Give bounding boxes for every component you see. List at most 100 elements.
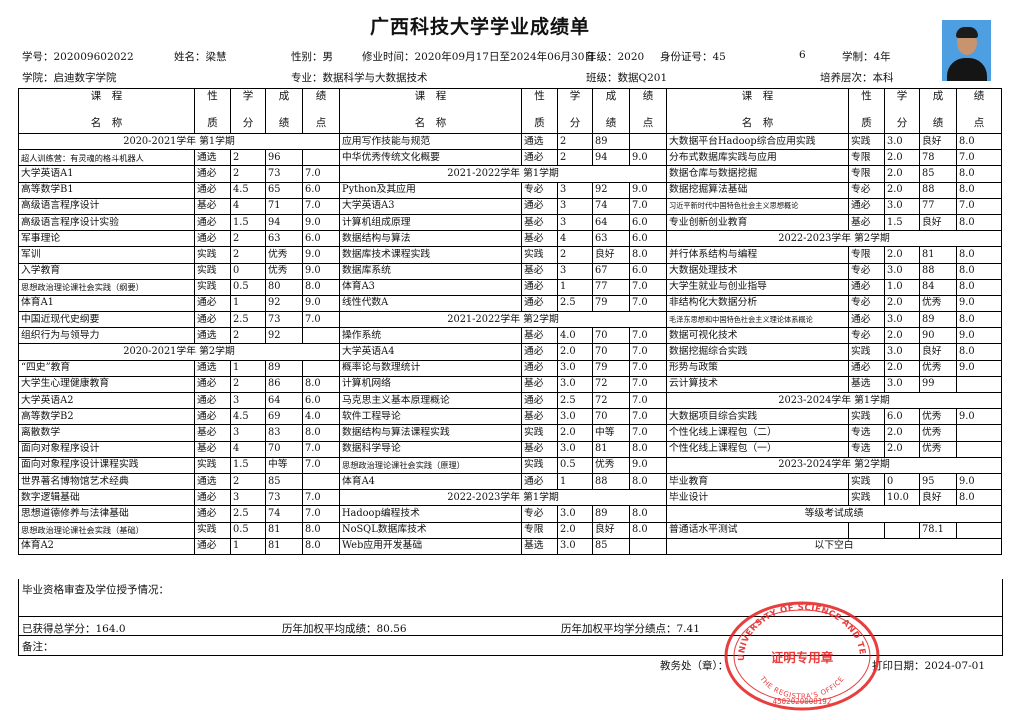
course-gpa bbox=[956, 375, 1002, 394]
course-name: 个性化线上课程包（二） bbox=[666, 424, 849, 442]
course-name: 分布式数据库实践与应用 bbox=[666, 149, 849, 167]
table-row: 高等数学B1 通必 4.5 65 6.0 Python及其应用 专必 3 92 9.0 数据挖掘算法… bbox=[18, 181, 1002, 199]
course-credit: 3.0 bbox=[884, 197, 920, 215]
semester-header: 2020-2021学年 第2学期 bbox=[18, 343, 340, 361]
grades-table: 课 程名 称性质学分成绩绩点课 程名 称性质学分成绩绩点课 程名 称性质学分成绩… bbox=[18, 88, 1002, 555]
course-name: 大学英语A4 bbox=[339, 343, 522, 361]
course-nature: 通必 bbox=[521, 149, 558, 167]
course-nature: 通必 bbox=[521, 359, 558, 377]
study-period: 修业时间：2020年09月17日至2024年06月30日 bbox=[362, 51, 595, 63]
table-row: 超人训练营：有灵魂的格斗机器人 通选 2 96 中华优秀传统文化概要 通必 2 94 9.0 分布… bbox=[18, 149, 1002, 167]
semester-header: 2021-2022学年 第2学期 bbox=[339, 311, 667, 329]
header-credit: 学分 bbox=[230, 88, 266, 134]
course-nature: 通必 bbox=[521, 278, 558, 296]
course-name: 高等数学B1 bbox=[18, 181, 195, 199]
course-gpa bbox=[302, 327, 340, 345]
header-score-bottom: 绩 bbox=[932, 117, 944, 129]
course-score: 90 bbox=[919, 327, 957, 345]
table-row: 2020-2021学年 第1学期 应用写作技能与规范 通选 2 89 大数据平台Hadoo… bbox=[18, 132, 1002, 151]
course-name: 数据科学导论 bbox=[339, 440, 522, 458]
course-score: 优秀 bbox=[592, 456, 630, 474]
course-credit: 2 bbox=[230, 327, 266, 345]
course-credit: 2.0 bbox=[557, 343, 593, 361]
header-credit: 学分 bbox=[557, 88, 593, 134]
course-gpa: 9.0 bbox=[302, 294, 340, 313]
course-score: 71 bbox=[265, 197, 303, 215]
course-nature: 基选 bbox=[848, 375, 885, 394]
course-credit: 3.0 bbox=[557, 537, 593, 555]
id-number: 身份证号：45 bbox=[660, 51, 726, 63]
header-score: 成绩 bbox=[919, 88, 957, 134]
course-nature: 专必 bbox=[848, 327, 885, 345]
course-name: 数据库技术课程实践 bbox=[339, 246, 522, 264]
header-nature-top: 性 bbox=[861, 90, 872, 102]
course-gpa: 7.0 bbox=[629, 343, 667, 361]
header-nature-top: 性 bbox=[534, 90, 545, 102]
course-credit: 0.5 bbox=[230, 521, 266, 539]
semester-header: 2022-2023学年 第2学期 bbox=[666, 230, 1002, 248]
header-gpa-top: 绩 bbox=[973, 90, 985, 102]
course-gpa: 8.0 bbox=[302, 424, 340, 442]
course-score: 70 bbox=[265, 440, 303, 458]
course-nature: 通必 bbox=[194, 230, 231, 248]
course-nature: 实践 bbox=[848, 472, 885, 491]
course-gpa: 6.0 bbox=[302, 181, 340, 199]
course-score: 63 bbox=[265, 230, 303, 248]
course-gpa: 8.0 bbox=[956, 213, 1002, 232]
course-name: Python及其应用 bbox=[339, 181, 522, 199]
course-gpa: 9.0 bbox=[956, 294, 1002, 313]
id-number-suffix: 6 bbox=[799, 49, 806, 61]
course-score: 94 bbox=[592, 149, 630, 167]
table-row: 世界著名博物馆艺术经典 通选 2 85 体育A4 通必 1 88 8.0 毕业教育 实践 0 95 9.0 bbox=[18, 472, 1002, 491]
course-score: 良好 bbox=[919, 213, 957, 232]
header-gpa: 绩点 bbox=[956, 88, 1002, 134]
table-row: 大学生心理健康教育 通必 2 86 8.0 计算机网络 基必 3.0 72 7.0 云计算技术 基选 3… bbox=[18, 375, 1002, 394]
semester-header: 2022-2023学年 第1学期 bbox=[339, 489, 667, 507]
course-score: 84 bbox=[919, 278, 957, 296]
course-score: 73 bbox=[265, 311, 303, 329]
course-nature: 通选 bbox=[194, 359, 231, 377]
course-nature: 专必 bbox=[521, 505, 558, 523]
course-nature: 通必 bbox=[521, 343, 558, 361]
semester-header: 以下空白 bbox=[666, 537, 1002, 555]
course-score: 优秀 bbox=[919, 294, 957, 313]
course-name: 数据仓库与数据挖掘 bbox=[666, 165, 849, 183]
header-gpa-top: 绩 bbox=[315, 90, 327, 102]
course-gpa bbox=[302, 472, 340, 491]
table-row: “四史”教育 通选 1 89 概率论与数理统计 通必 3.0 79 7.0 形势与政策 通必 2.0 优… bbox=[18, 359, 1002, 377]
course-nature: 通必 bbox=[194, 408, 231, 426]
header-score-top: 成 bbox=[278, 90, 290, 102]
semester-header: 2021-2022学年 第1学期 bbox=[339, 165, 667, 183]
course-name: 大数据平台Hadoop综合应用实践 bbox=[666, 132, 849, 151]
course-name: 军训 bbox=[18, 246, 195, 264]
course-score: 70 bbox=[592, 408, 630, 426]
course-score: 88 bbox=[919, 181, 957, 199]
table-row: 体育A2 通必 1 81 8.0 Web应用开发基础 基选 3.0 85 以下空白 bbox=[18, 537, 1002, 555]
course-name: 毕业设计 bbox=[666, 489, 849, 507]
header-course: 课 程名 称 bbox=[666, 88, 849, 134]
course-gpa: 7.0 bbox=[629, 375, 667, 394]
course-credit: 3 bbox=[557, 262, 593, 280]
course-name: 并行体系结构与编程 bbox=[666, 246, 849, 264]
header-course-top: 课 程 bbox=[741, 90, 774, 102]
course-name: 体育A1 bbox=[18, 294, 195, 313]
course-score: 良好 bbox=[919, 343, 957, 361]
course-name: 马克思主义基本原理概论 bbox=[339, 391, 522, 410]
course-score: 88 bbox=[919, 262, 957, 280]
course-credit: 4.5 bbox=[230, 181, 266, 199]
course-credit: 2.0 bbox=[884, 294, 920, 313]
course-score: 65 bbox=[265, 181, 303, 199]
course-credit: 3.0 bbox=[884, 262, 920, 280]
table-row: 组织行为与领导力 通选 2 92 操作系统 基必 4.0 70 7.0 数据可视化技术 专必 2.0 9… bbox=[18, 327, 1002, 345]
course-credit: 4 bbox=[557, 230, 593, 248]
course-name: 高级语言程序设计 bbox=[18, 197, 195, 215]
course-gpa: 9.0 bbox=[629, 149, 667, 167]
course-score: 95 bbox=[919, 472, 957, 491]
course-nature: 通必 bbox=[194, 537, 231, 555]
course-nature: 专必 bbox=[848, 262, 885, 280]
course-credit: 2 bbox=[230, 246, 266, 264]
course-name: 数据可视化技术 bbox=[666, 327, 849, 345]
table-row: 体育A1 通必 1 92 9.0 线性代数A 通必 2.5 79 7.0 非结构化大数据分析 专必 2.… bbox=[18, 294, 1002, 313]
header-credit-top: 学 bbox=[569, 90, 581, 102]
table-row: 军训 实践 2 优秀 9.0 数据库技术课程实践 实践 2 良好 8.0 并行体系结构与编程 专限 2.… bbox=[18, 246, 1002, 264]
